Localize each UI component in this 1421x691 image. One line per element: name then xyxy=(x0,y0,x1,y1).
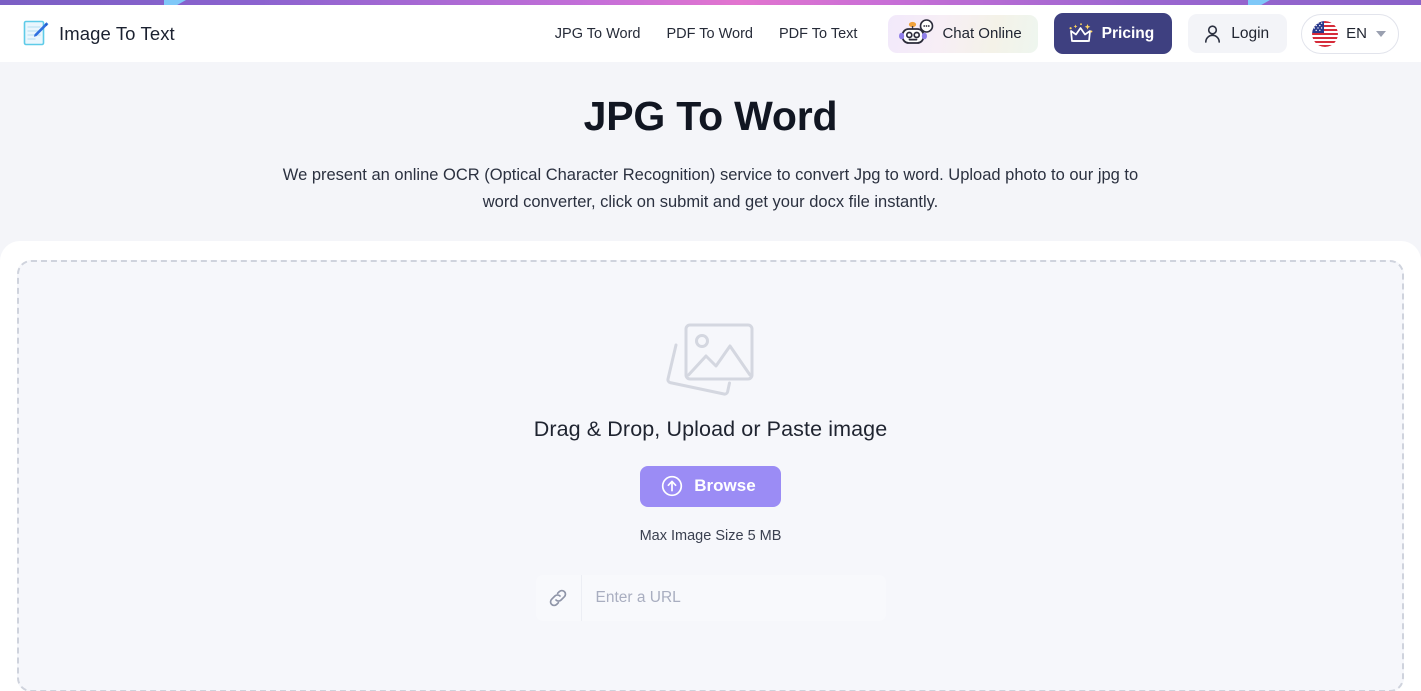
nav-pdf-to-text[interactable]: PDF To Text xyxy=(766,18,870,50)
page-title: JPG To Word xyxy=(583,93,838,139)
link-icon-container xyxy=(536,574,582,621)
site-header: Image To Text JPG To Word PDF To Word PD… xyxy=(0,5,1421,62)
robot-icon xyxy=(899,18,934,44)
brand-name: Image To Text xyxy=(59,22,175,44)
upload-arrow-circle-icon xyxy=(662,475,683,497)
language-selector[interactable]: EN xyxy=(1301,13,1399,54)
browse-label: Browse xyxy=(694,476,756,496)
pricing-label: Pricing xyxy=(1101,24,1155,42)
chevron-down-icon xyxy=(1376,30,1386,37)
dropzone-title: Drag & Drop, Upload or Paste image xyxy=(533,416,888,441)
nav-jpg-to-word[interactable]: JPG To Word xyxy=(549,18,654,50)
chat-online-button[interactable]: Chat Online xyxy=(888,14,1038,53)
main-navigation: JPG To Word PDF To Word PDF To Text Chat… xyxy=(549,13,1399,54)
browse-button[interactable]: Browse xyxy=(640,465,781,507)
max-size-note: Max Image Size 5 MB xyxy=(639,527,782,544)
us-flag-icon xyxy=(1312,20,1339,47)
language-label: EN xyxy=(1346,25,1367,42)
user-icon xyxy=(1205,24,1221,43)
file-dropzone[interactable]: Drag & Drop, Upload or Paste image Brows… xyxy=(17,259,1404,691)
pricing-button[interactable]: Pricing xyxy=(1053,13,1173,54)
url-input[interactable] xyxy=(581,574,886,621)
chat-online-label: Chat Online xyxy=(942,25,1022,42)
login-button[interactable]: Login xyxy=(1188,14,1288,53)
url-input-row[interactable] xyxy=(535,574,886,621)
nav-pdf-to-word[interactable]: PDF To Word xyxy=(654,18,767,50)
upload-card: Drag & Drop, Upload or Paste image Brows… xyxy=(0,240,1421,691)
brand-logo[interactable]: Image To Text xyxy=(22,19,175,49)
crown-sparkle-icon xyxy=(1069,22,1093,42)
hero-section: JPG To Word We present an online OCR (Op… xyxy=(0,62,1421,217)
page-description: We present an online OCR (Optical Charac… xyxy=(282,166,1139,212)
link-icon xyxy=(549,589,567,606)
login-label: Login xyxy=(1231,24,1270,42)
document-pen-icon xyxy=(23,20,49,45)
image-placeholder-icon xyxy=(665,323,753,396)
